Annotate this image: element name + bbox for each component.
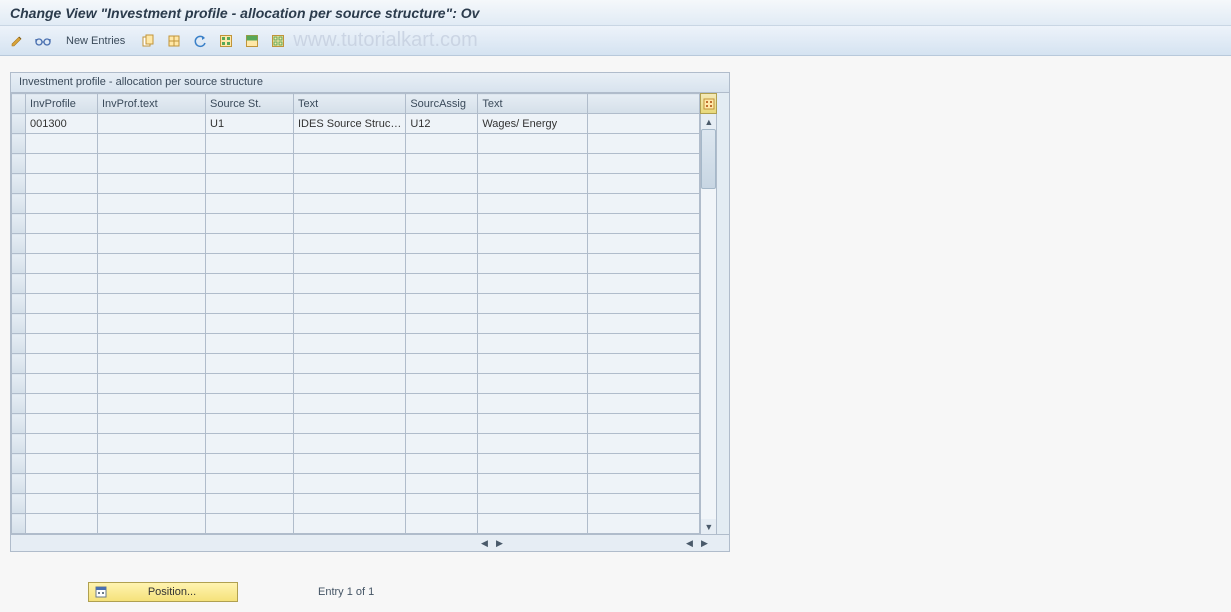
row-selector[interactable] [12, 114, 26, 134]
scroll-right-icon[interactable]: ▶ [492, 536, 507, 551]
row-selector[interactable] [12, 194, 26, 214]
table-row[interactable] [12, 254, 700, 274]
table-panel: Investment profile - allocation per sour… [10, 72, 730, 552]
row-selector[interactable] [12, 374, 26, 394]
toolbar: New Entries www.tutorialkart.com [0, 26, 1231, 56]
table-row[interactable] [12, 474, 700, 494]
row-selector[interactable] [12, 294, 26, 314]
row-selector[interactable] [12, 394, 26, 414]
row-selector[interactable] [12, 174, 26, 194]
table-row[interactable] [12, 394, 700, 414]
sap-window: Change View "Investment profile - alloca… [0, 0, 1231, 612]
table-row[interactable] [12, 494, 700, 514]
entry-count: Entry 1 of 1 [318, 586, 374, 598]
toggle-display-change-icon[interactable] [6, 30, 28, 52]
table-row[interactable] [12, 154, 700, 174]
position-label: Position... [113, 586, 231, 598]
row-selector[interactable] [12, 134, 26, 154]
table-row[interactable] [12, 194, 700, 214]
table-row[interactable] [12, 414, 700, 434]
footer-row: Position... Entry 1 of 1 [88, 582, 1221, 602]
col-text2[interactable]: Text [478, 94, 588, 114]
scroll-down-icon[interactable]: ▼ [701, 519, 716, 534]
col-text1[interactable]: Text [294, 94, 406, 114]
row-selector-header[interactable] [12, 94, 26, 114]
glasses-detail-icon[interactable] [32, 30, 54, 52]
deselect-all-icon[interactable] [267, 30, 289, 52]
cell-sourc-assig[interactable]: U12 [406, 114, 478, 134]
cell-inv-profile[interactable]: 001300 [26, 114, 98, 134]
cell-source-st[interactable]: U1 [206, 114, 294, 134]
scroll-left-icon[interactable]: ◀ [682, 536, 697, 551]
position-button[interactable]: Position... [88, 582, 238, 602]
row-selector[interactable] [12, 154, 26, 174]
col-blank-pad [588, 94, 700, 114]
panel-title: Investment profile - allocation per sour… [11, 73, 729, 93]
cell-text2[interactable]: Wages/ Energy [478, 114, 588, 134]
table-row[interactable] [12, 454, 700, 474]
horizontal-scroll-row: ◀ ▶ ◀ ▶ [11, 534, 729, 551]
table-row[interactable] [12, 374, 700, 394]
table-row[interactable] [12, 134, 700, 154]
row-selector[interactable] [12, 474, 26, 494]
row-selector[interactable] [12, 434, 26, 454]
row-selector[interactable] [12, 454, 26, 474]
grid-wrap: InvProfile InvProf.text Source St. Text … [11, 93, 729, 534]
vertical-scrollbar[interactable]: ▲ ▼ [700, 114, 717, 534]
row-selector[interactable] [12, 354, 26, 374]
table-row[interactable] [12, 234, 700, 254]
copy-as-icon[interactable] [137, 30, 159, 52]
cell-text1[interactable]: IDES Source Struc… [294, 114, 406, 134]
position-icon [95, 586, 107, 598]
content-area: Investment profile - allocation per sour… [0, 56, 1231, 612]
row-selector[interactable] [12, 254, 26, 274]
table-row[interactable] [12, 354, 700, 374]
select-block-icon[interactable] [241, 30, 263, 52]
table-row[interactable]: 001300 U1 IDES Source Struc… U12 Wages/ … [12, 114, 700, 134]
row-selector[interactable] [12, 214, 26, 234]
header-row: InvProfile InvProf.text Source St. Text … [12, 94, 700, 114]
row-selector[interactable] [12, 494, 26, 514]
horizontal-scrollbar-left[interactable]: ◀ ▶ [477, 536, 507, 551]
table-row[interactable] [12, 294, 700, 314]
table-settings-icon[interactable] [700, 93, 717, 114]
watermark-text: www.tutorialkart.com [293, 29, 478, 52]
scroll-up-icon[interactable]: ▲ [701, 114, 716, 129]
cell-blank-pad [588, 114, 700, 134]
data-grid[interactable]: InvProfile InvProf.text Source St. Text … [11, 93, 700, 534]
row-selector[interactable] [12, 314, 26, 334]
scroll-right-icon[interactable]: ▶ [697, 536, 712, 551]
page-title: Change View "Investment profile - alloca… [10, 5, 479, 21]
table-row[interactable] [12, 314, 700, 334]
col-inv-profile[interactable]: InvProfile [26, 94, 98, 114]
col-source-st[interactable]: Source St. [206, 94, 294, 114]
table-row[interactable] [12, 514, 700, 534]
table-row[interactable] [12, 334, 700, 354]
row-selector[interactable] [12, 334, 26, 354]
horizontal-scrollbar-right[interactable]: ◀ ▶ [682, 536, 712, 551]
table-row[interactable] [12, 214, 700, 234]
col-inv-prof-text[interactable]: InvProf.text [98, 94, 206, 114]
select-all-icon[interactable] [215, 30, 237, 52]
undo-change-icon[interactable] [189, 30, 211, 52]
scroll-left-icon[interactable]: ◀ [477, 536, 492, 551]
row-selector[interactable] [12, 514, 26, 534]
col-sourc-assig[interactable]: SourcAssig [406, 94, 478, 114]
title-bar: Change View "Investment profile - alloca… [0, 0, 1231, 26]
new-entries-label: New Entries [66, 35, 125, 47]
delete-icon[interactable] [163, 30, 185, 52]
row-selector[interactable] [12, 414, 26, 434]
scroll-track[interactable] [701, 129, 716, 519]
scroll-thumb[interactable] [701, 129, 716, 189]
table-row[interactable] [12, 434, 700, 454]
table-row[interactable] [12, 174, 700, 194]
row-selector[interactable] [12, 274, 26, 294]
new-entries-button[interactable]: New Entries [58, 30, 133, 52]
cell-inv-prof-text[interactable] [98, 114, 206, 134]
table-row[interactable] [12, 274, 700, 294]
row-selector[interactable] [12, 234, 26, 254]
